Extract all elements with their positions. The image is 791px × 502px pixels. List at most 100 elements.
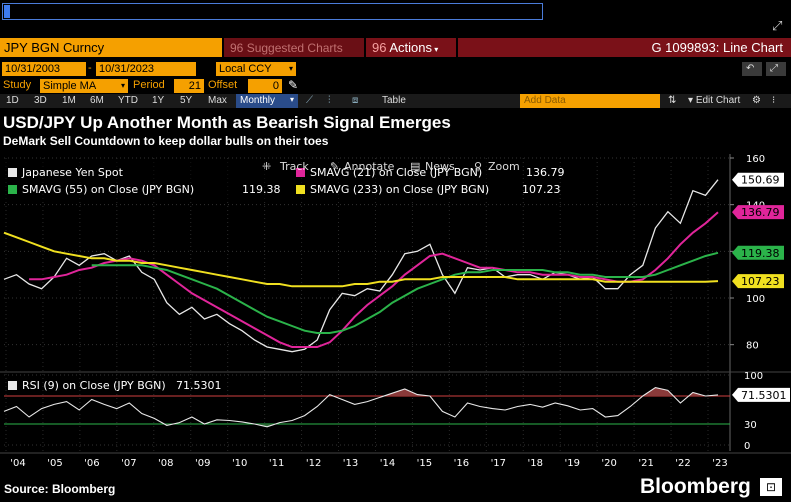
legend-price-name: Japanese Yen Spot [21,166,124,179]
x-tick-label: '08 [158,458,173,469]
x-tick-label: '23 [712,458,727,469]
x-tick-label: '10 [232,458,247,469]
bar-chart-icon[interactable]: ⫶ [328,95,331,106]
legend-sma55-name: SMAVG (55) on Close (JPY BGN) [22,183,194,196]
legend-swatch-sma55 [8,185,17,194]
sma21-line [29,211,719,348]
legend-rsi-value: 71.5301 [176,379,222,392]
start-date-field[interactable]: 10/31/2003 [2,62,86,76]
legend-sma55-value: 119.38 [242,183,281,196]
pencil-icon[interactable]: ✎ [288,78,298,92]
undo-icon[interactable]: ↶ [742,62,762,76]
legend-sma233-value: 107.23 [522,183,561,196]
study-select[interactable]: Simple MA ▾ [40,79,128,93]
suggested-charts-button[interactable]: 96 Suggested Charts [224,38,364,57]
news-icon[interactable]: ▤ [410,160,420,173]
x-tick-label: '15 [417,458,432,469]
help-icon[interactable]: ⁝ [772,95,775,106]
frequency-select[interactable]: Monthly ▾ [236,94,298,108]
track-button[interactable]: Track [279,160,309,173]
range-1y[interactable]: 1Y [152,95,164,106]
legend-rsi-name: RSI (9) on Close (JPY BGN) [22,379,166,392]
x-tick-label: '21 [638,458,653,469]
end-date-field[interactable]: 10/31/2023 [96,62,196,76]
range-ytd[interactable]: YTD [118,95,138,106]
chart-subtitle: DeMark Sell Countdown to keep dollar bul… [3,134,329,148]
value-tags: 150.69 136.79 119.38 107.23 71.5301 [732,172,790,402]
main-ytick-label: 100 [746,294,765,305]
legend-swatch-rsi [8,381,17,390]
track-icon[interactable]: ⁜ [262,160,271,173]
command-cursor [4,5,10,18]
rsi-ytick-label: 30 [744,420,757,431]
x-tick-label: '04 [10,458,25,469]
period-label: Period [133,79,165,91]
rsi-ytick-label: 0 [744,441,750,452]
price-tag-label: 150.69 [741,174,780,187]
security-field[interactable]: JPY BGN Curncy [0,38,222,57]
main-ytick-label: 80 [746,341,759,352]
main-ytick-label: 160 [746,154,765,165]
annotate-button[interactable]: Annotate [344,160,395,173]
legend-swatch-sma233 [296,185,305,194]
candle-icon[interactable]: ⧈ [352,95,358,106]
x-tick-label: '22 [675,458,690,469]
chevron-down-icon: ▾ [289,95,294,104]
chart-canvas: '04 '05 '06 '07 '08 '09 '10 '11 '12 '13 '14 '15 '16 '… [0,154,791,469]
command-input[interactable] [2,3,543,20]
rsi-path [3,387,719,428]
chart-title: USD/JPY Up Another Month as Bearish Sign… [3,113,451,132]
x-tick-label: '18 [528,458,543,469]
sma55-tag-label: 119.38 [741,247,780,260]
range-5y[interactable]: 5Y [180,95,192,106]
more-icon[interactable]: ⚙ [752,95,761,106]
news-button[interactable]: News [425,160,455,173]
sma233-line [3,231,719,288]
annotate-icon[interactable]: ✎ [330,160,339,173]
sma55-line [91,251,719,334]
zoom-icon[interactable]: ⚲ [474,160,482,173]
range-3d[interactable]: 3D [34,95,47,106]
legend-sma233-name: SMAVG (233) on Close (JPY BGN) [310,183,489,196]
suggested-icon: 96 [230,41,247,55]
chevron-down-icon: ▾ [288,64,293,73]
range-max[interactable]: Max [208,95,227,106]
x-tick-label: '11 [269,458,284,469]
legend-swatch-price [8,168,17,177]
study-label: Study [3,79,32,91]
offset-field[interactable]: 0 [248,79,282,93]
legend-sma21-value: 136.79 [526,166,565,179]
offset-label: Offset [208,79,238,91]
chevron-down-icon: ▾ [432,45,439,54]
range-1d[interactable]: 1D [6,95,19,106]
actions-icon: 96 [372,40,390,55]
x-tick-label: '09 [195,458,210,469]
range-1m[interactable]: 1M [62,95,76,106]
add-data-input[interactable]: Add Data [520,94,660,108]
window-resize-icon[interactable]: ⤢ [772,18,782,34]
range-6m[interactable]: 6M [90,95,104,106]
x-tick-label: '20 [601,458,616,469]
x-tick-label: '07 [121,458,136,469]
period-field[interactable]: 21 [174,79,204,93]
chevron-down-icon: ▾ [120,81,125,90]
edit-chart-button[interactable]: ▾ Edit Chart [688,95,740,106]
expand-icon[interactable]: ⤢ [766,62,786,76]
x-tick-label: '17 [491,458,506,469]
x-tick-label: '06 [84,458,99,469]
chart-tools: ⁜ Track ✎ Annotate ▤ News ⚲ Zoom [262,160,520,173]
sma21-tag-label: 136.79 [741,206,780,219]
source-note: Source: Bloomberg [4,482,116,496]
main-lines [3,179,719,353]
pin-icon[interactable]: ⊡ [760,478,782,496]
chart-id-title: G 1099893: Line Chart [458,38,791,57]
actions-menu[interactable]: 96 Actions ▾ [366,38,456,57]
table-button[interactable]: Table [382,95,406,106]
sma233-tag-label: 107.23 [741,275,780,288]
rsi-ytick-label: 100 [744,371,763,382]
x-axis-ticks: '04 '05 '06 '07 '08 '09 '10 '11 '12 '13 '14 '15 '16 '… [10,458,727,469]
settings-icon[interactable]: ⇅ [668,95,676,106]
line-chart-icon[interactable]: ⟋ [306,95,313,106]
zoom-button[interactable]: Zoom [488,160,520,173]
currency-select[interactable]: Local CCY ▾ [216,62,296,76]
